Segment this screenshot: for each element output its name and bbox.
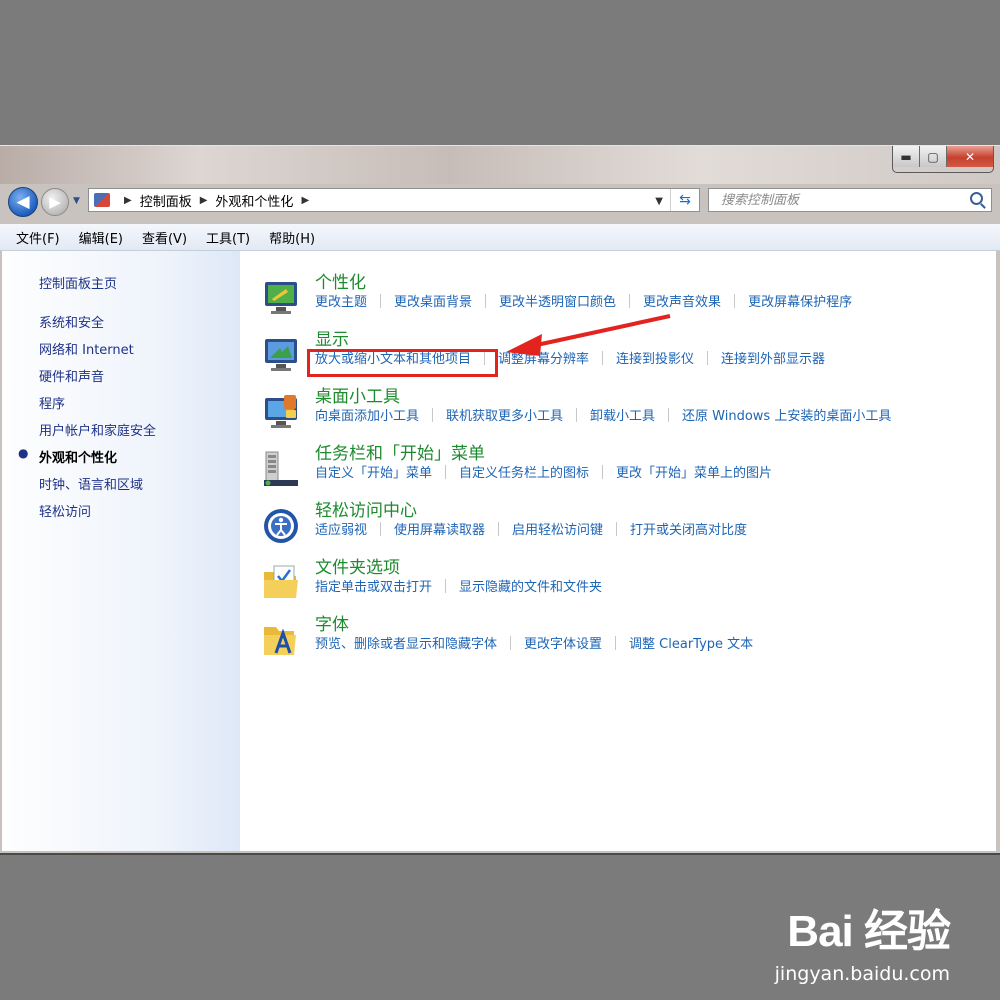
title-bar[interactable]: ▬ ▢ ✕ xyxy=(0,146,1000,184)
sidebar-item-clock-language[interactable]: 时钟、语言和区域 xyxy=(39,474,143,493)
sidebar-item-network[interactable]: 网络和 Internet xyxy=(39,339,134,358)
category-title[interactable]: 文件夹选项 xyxy=(315,553,400,578)
link-connect-external-display[interactable]: 连接到外部显示器 xyxy=(721,348,825,367)
current-item-bullet-icon: ● xyxy=(18,446,29,460)
link-change-font-settings[interactable]: 更改字体设置 xyxy=(524,633,602,652)
link-change-sounds[interactable]: 更改声音效果 xyxy=(643,291,721,310)
menu-view[interactable]: 查看(V) xyxy=(142,228,187,247)
back-button[interactable]: ◀ xyxy=(8,187,38,217)
link-get-more-gadgets[interactable]: 联机获取更多小工具 xyxy=(446,405,563,424)
maximize-button[interactable]: ▢ xyxy=(920,146,947,167)
sidebar: 控制面板主页 系统和安全 网络和 Internet 硬件和声音 程序 用户帐户和… xyxy=(2,251,240,851)
breadcrumb-chevron-icon[interactable]: ▶ xyxy=(200,195,208,206)
baidu-jingyan-watermark: Bai 经验 jingyan.baidu.com xyxy=(774,895,951,985)
link-single-double-click[interactable]: 指定单击或双击打开 xyxy=(315,576,432,595)
address-dropdown-icon[interactable]: ▼ xyxy=(655,196,663,207)
sidebar-item-ease-of-access[interactable]: 轻松访问 xyxy=(39,501,91,520)
navigation-bar: ◀ ▶ ▼ ▶ 控制面板 ▶ 外观和个性化 ▶ ▼ ⇆ xyxy=(0,184,1000,224)
category-links: 自定义「开始」菜单 自定义任务栏上的图标 更改「开始」菜单上的图片 xyxy=(315,462,772,481)
breadcrumb-chevron-icon[interactable]: ▶ xyxy=(301,195,309,206)
link-show-hidden-files[interactable]: 显示隐藏的文件和文件夹 xyxy=(459,576,602,595)
link-restore-gadgets[interactable]: 还原 Windows 上安装的桌面小工具 xyxy=(682,405,891,424)
link-change-theme[interactable]: 更改主题 xyxy=(315,291,367,310)
category-links: 适应弱视 使用屏幕读取器 启用轻松访问键 打开或关闭高对比度 xyxy=(315,519,747,538)
sidebar-home-link[interactable]: 控制面板主页 xyxy=(39,273,117,292)
category-title[interactable]: 任务栏和「开始」菜单 xyxy=(315,439,485,464)
link-high-contrast[interactable]: 打开或关闭高对比度 xyxy=(630,519,747,538)
search-input[interactable] xyxy=(719,192,963,209)
link-preview-fonts[interactable]: 预览、删除或者显示和隐藏字体 xyxy=(315,633,497,652)
category-folder-options: 文件夹选项 指定单击或双击打开 显示隐藏的文件和文件夹 xyxy=(262,558,982,615)
watermark-url: jingyan.baidu.com xyxy=(774,963,950,985)
category-links: 指定单击或双击打开 显示隐藏的文件和文件夹 xyxy=(315,576,602,595)
category-fonts: 字体 预览、删除或者显示和隐藏字体 更改字体设置 调整 ClearType 文本 xyxy=(262,615,982,672)
link-change-window-color[interactable]: 更改半透明窗口颜色 xyxy=(499,291,616,310)
category-title[interactable]: 桌面小工具 xyxy=(315,382,400,407)
sidebar-item-hardware-sound[interactable]: 硬件和声音 xyxy=(39,366,104,385)
annotation-arrow-icon xyxy=(506,314,671,356)
link-add-gadgets[interactable]: 向桌面添加小工具 xyxy=(315,405,419,424)
display-icon[interactable] xyxy=(262,336,300,374)
close-button[interactable]: ✕ xyxy=(947,146,993,167)
category-title[interactable]: 字体 xyxy=(315,610,349,635)
link-turn-on-easy-access-keys[interactable]: 启用轻松访问键 xyxy=(512,519,603,538)
menu-tools[interactable]: 工具(T) xyxy=(206,228,250,247)
taskbar-icon[interactable] xyxy=(262,450,300,488)
category-links: 向桌面添加小工具 联机获取更多小工具 卸载小工具 还原 Windows 上安装的… xyxy=(315,405,891,424)
control-panel-window: ▬ ▢ ✕ ◀ ▶ ▼ ▶ 控制面板 ▶ 外观和个性化 ▶ ▼ ⇆ 文件(F) … xyxy=(0,145,1000,855)
caption-buttons: ▬ ▢ ✕ xyxy=(892,146,994,173)
category-title[interactable]: 显示 xyxy=(315,325,349,350)
menu-help[interactable]: 帮助(H) xyxy=(269,228,315,247)
category-ease-of-access: 轻松访问中心 适应弱视 使用屏幕读取器 启用轻松访问键 打开或关闭高对比度 xyxy=(262,501,982,558)
link-use-screen-reader[interactable]: 使用屏幕读取器 xyxy=(394,519,485,538)
breadcrumb-chevron-icon[interactable]: ▶ xyxy=(124,195,132,206)
folder-options-icon[interactable] xyxy=(262,564,300,602)
personalization-icon[interactable] xyxy=(262,279,300,317)
menu-edit[interactable]: 编辑(E) xyxy=(79,228,123,247)
breadcrumb-appearance[interactable]: 外观和个性化 xyxy=(215,191,293,210)
search-icon[interactable] xyxy=(970,192,983,205)
recent-pages-chevron-icon[interactable]: ▼ xyxy=(73,196,80,206)
link-change-start-picture[interactable]: 更改「开始」菜单上的图片 xyxy=(616,462,772,481)
sidebar-item-system-security[interactable]: 系统和安全 xyxy=(39,312,104,331)
refresh-icon[interactable]: ⇆ xyxy=(670,189,699,211)
fonts-icon[interactable] xyxy=(262,621,300,659)
forward-button[interactable]: ▶ xyxy=(41,188,69,216)
minimize-button[interactable]: ▬ xyxy=(893,146,920,167)
link-customize-start-menu[interactable]: 自定义「开始」菜单 xyxy=(315,462,432,481)
watermark-logo: Bai 经验 xyxy=(787,907,951,956)
link-uninstall-gadget[interactable]: 卸载小工具 xyxy=(590,405,655,424)
category-taskbar: 任务栏和「开始」菜单 自定义「开始」菜单 自定义任务栏上的图标 更改「开始」菜单… xyxy=(262,444,982,501)
link-customize-taskbar-icons[interactable]: 自定义任务栏上的图标 xyxy=(459,462,589,481)
control-panel-icon xyxy=(94,193,110,207)
category-links: 更改主题 更改桌面背景 更改半透明窗口颜色 更改声音效果 更改屏幕保护程序 xyxy=(315,291,852,310)
sidebar-item-appearance: 外观和个性化 xyxy=(39,451,118,466)
category-gadgets: 桌面小工具 向桌面添加小工具 联机获取更多小工具 卸载小工具 还原 Window… xyxy=(262,387,982,444)
menu-bar: 文件(F) 编辑(E) 查看(V) 工具(T) 帮助(H) xyxy=(0,224,1000,251)
link-adjust-cleartype[interactable]: 调整 ClearType 文本 xyxy=(629,633,753,652)
category-title[interactable]: 轻松访问中心 xyxy=(315,496,417,521)
search-box[interactable] xyxy=(708,188,992,212)
gadgets-icon[interactable] xyxy=(262,393,300,431)
address-bar[interactable]: ▶ 控制面板 ▶ 外观和个性化 ▶ ▼ ⇆ xyxy=(88,188,700,212)
breadcrumb-control-panel[interactable]: 控制面板 xyxy=(140,191,192,210)
link-optimize-display[interactable]: 适应弱视 xyxy=(315,519,367,538)
sidebar-item-programs[interactable]: 程序 xyxy=(39,393,65,412)
category-links: 预览、删除或者显示和隐藏字体 更改字体设置 调整 ClearType 文本 xyxy=(315,633,753,652)
ease-of-access-icon[interactable] xyxy=(262,507,300,545)
annotation-highlight-box xyxy=(307,349,498,377)
menu-file[interactable]: 文件(F) xyxy=(16,228,60,247)
link-change-screensaver[interactable]: 更改屏幕保护程序 xyxy=(748,291,852,310)
category-title[interactable]: 个性化 xyxy=(315,268,366,293)
sidebar-item-user-accounts[interactable]: 用户帐户和家庭安全 xyxy=(39,420,156,439)
link-change-background[interactable]: 更改桌面背景 xyxy=(394,291,472,310)
